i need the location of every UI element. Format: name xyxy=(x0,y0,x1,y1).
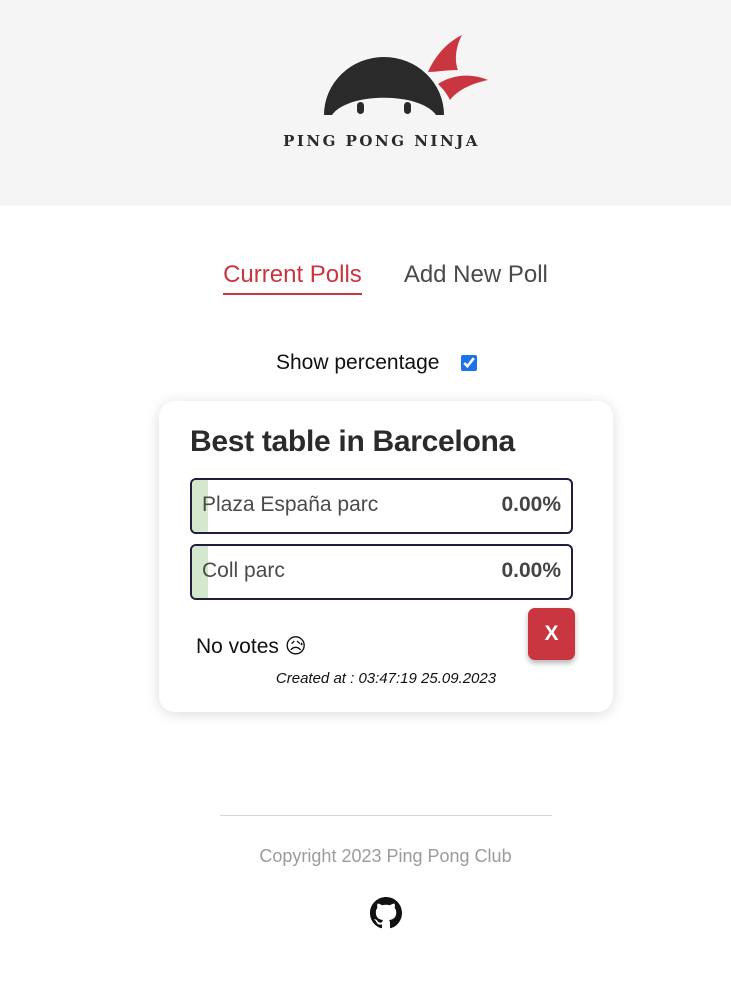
poll-option[interactable]: Plaza España parc 0.00% xyxy=(190,478,573,534)
brand-name: PING PONG NINJA xyxy=(283,132,480,150)
no-votes-text: No votes 😥 xyxy=(196,635,307,658)
tab-current-polls[interactable]: Current Polls xyxy=(223,261,362,295)
poll-option-label: Plaza España parc xyxy=(202,493,379,516)
show-percentage-label: Show percentage xyxy=(276,351,440,374)
footer-divider xyxy=(220,815,552,816)
show-percentage-checkbox[interactable] xyxy=(461,355,478,371)
show-percentage-row: Show percentage xyxy=(276,351,478,375)
poll-card: Best table in Barcelona Plaza España par… xyxy=(159,401,613,712)
delete-poll-button[interactable]: X xyxy=(528,608,575,660)
copyright: Copyright 2023 Ping Pong Club xyxy=(259,846,512,866)
poll-option-percent: 0.00% xyxy=(501,559,561,582)
tab-add-new-poll[interactable]: Add New Poll xyxy=(404,261,548,295)
poll-option-label: Coll parc xyxy=(202,559,285,582)
poll-option-percent: 0.00% xyxy=(501,493,561,516)
github-icon[interactable] xyxy=(370,897,402,929)
poll-title: Best table in Barcelona xyxy=(190,425,515,458)
poll-option[interactable]: Coll parc 0.00% xyxy=(190,544,573,600)
ninja-logo xyxy=(324,35,488,115)
poll-tabs: Current Polls Add New Poll xyxy=(0,261,731,295)
created-at: Created at : 03:47:19 25.09.2023 xyxy=(275,670,497,687)
site-header: PING PONG NINJA xyxy=(0,0,731,206)
